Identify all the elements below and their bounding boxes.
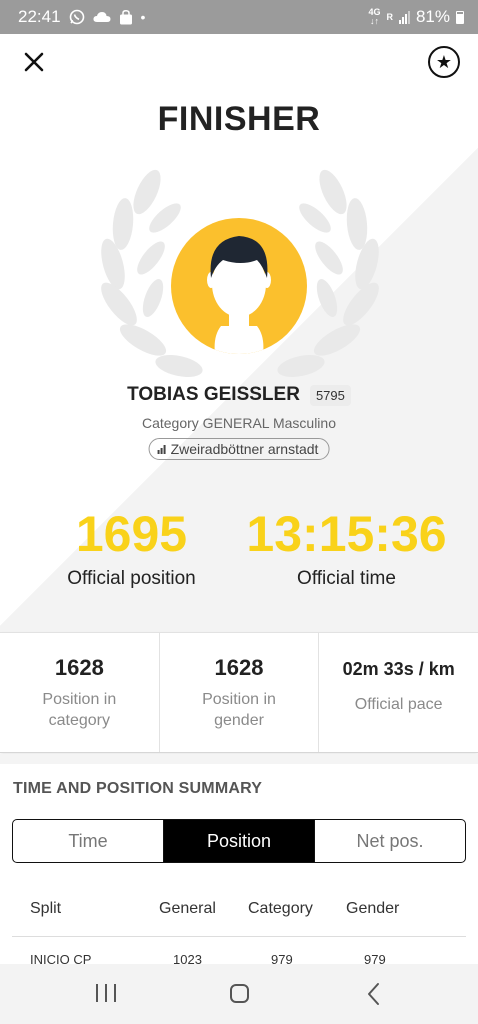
network-type: 4G ↓↑ (368, 7, 381, 26)
bib-number-badge: 5795 (309, 384, 351, 406)
finisher-hero: ★ FINISHER TOBIAS GEISSLER 5795 Category… (0, 34, 478, 632)
official-position: 1695 Official position (12, 506, 251, 590)
column-header-gender: Gender (346, 900, 400, 917)
runner-info: TOBIAS GEISSLER 5795 (0, 384, 478, 406)
status-time: 22:41 (18, 7, 61, 26)
tab-net-position[interactable]: Net pos. (315, 820, 465, 862)
club-name: Zweiradböttner arnstadt (170, 441, 319, 457)
star-icon: ★ (435, 51, 453, 72)
status-bar: 22:41 • 4G ↓↑ R 81% (0, 0, 478, 34)
column-header-split: Split (30, 900, 62, 917)
signal-icon (398, 10, 410, 24)
stat-value: 02m 33s / km (342, 659, 455, 679)
system-nav-bar (0, 964, 478, 1024)
official-time-label: Official time (297, 568, 396, 589)
tab-time[interactable]: Time (13, 820, 164, 862)
official-time: 13:15:36 Official time (227, 506, 466, 590)
stat-value: 1628 (214, 655, 264, 680)
table-header: Split General Category Gender (12, 890, 466, 937)
official-position-label: Official position (67, 568, 196, 589)
stat-value: 1628 (54, 655, 104, 680)
back-button[interactable] (364, 981, 384, 1007)
avatar (171, 218, 307, 354)
runner-category: Category GENERAL Masculino (141, 415, 336, 431)
section-divider (0, 754, 478, 764)
official-time-value: 13:15:36 (246, 506, 447, 562)
shopping-bag-icon (119, 9, 132, 24)
recent-apps-button[interactable] (96, 984, 116, 1004)
notification-dot-icon: • (140, 9, 146, 25)
cloud-icon (92, 12, 111, 22)
official-position-value: 1695 (75, 506, 188, 562)
tab-position[interactable]: Position (164, 820, 315, 862)
summary-tabs: Time Position Net pos. (12, 819, 466, 863)
battery-percentage: 81% (415, 7, 450, 26)
summary-title: TIME AND POSITION SUMMARY (13, 780, 263, 797)
stat-category-position: 1628 Position in category (0, 633, 160, 752)
stat-label: Position in category (42, 691, 117, 729)
close-icon (24, 52, 44, 72)
bar-chart-icon (157, 444, 166, 454)
page-title: FINISHER (157, 100, 321, 138)
home-button[interactable] (230, 984, 249, 1003)
stat-official-pace: 02m 33s / km Official pace (319, 633, 478, 752)
column-header-category: Category (248, 900, 313, 917)
favorite-button[interactable]: ★ (428, 46, 460, 78)
column-header-general: General (159, 900, 216, 917)
user-avatar-icon (207, 236, 271, 354)
battery-icon (456, 10, 464, 24)
stat-label: Official pace (354, 696, 443, 713)
runner-name: TOBIAS GEISSLER (127, 384, 300, 405)
whatsapp-icon (69, 9, 84, 25)
club-chip[interactable]: Zweiradböttner arnstadt (148, 438, 330, 460)
stats-row: 1628 Position in category 1628 Position … (0, 632, 478, 753)
stat-label: Position in gender (202, 691, 276, 729)
recent-apps-icon (96, 984, 98, 1002)
stat-gender-position: 1628 Position in gender (160, 633, 320, 752)
roaming-indicator: R (386, 11, 393, 22)
close-button[interactable] (20, 48, 48, 76)
